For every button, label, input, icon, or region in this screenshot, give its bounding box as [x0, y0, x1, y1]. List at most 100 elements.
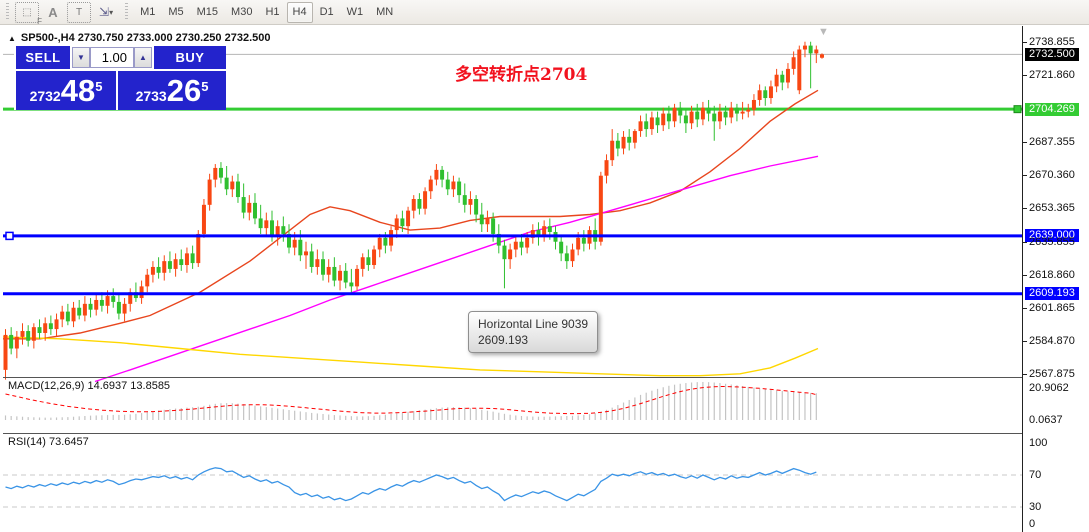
- timeframe-m30[interactable]: M30: [225, 2, 258, 23]
- candle-body: [513, 241, 518, 250]
- template-f-label: F: [37, 16, 42, 26]
- candle-body: [751, 99, 756, 110]
- cursor-arrows-icon[interactable]: ⇲ ▾: [93, 2, 119, 23]
- candle-body: [683, 115, 688, 124]
- sell-button[interactable]: SELL: [16, 46, 70, 69]
- price-axis-label: 2732.500: [1025, 47, 1079, 61]
- one-click-trading-panel: SELL ▼ 1.00 ▲ BUY 2732 48 5 2733 26 5: [14, 46, 226, 110]
- macd-label: MACD(12,26,9) 14.6937 13.8585: [8, 380, 171, 392]
- candle-body: [82, 303, 87, 316]
- candle-body: [581, 237, 586, 244]
- rsi-axis-label: 0: [1029, 518, 1036, 530]
- candle-body: [559, 241, 564, 254]
- candle-body: [672, 107, 677, 122]
- macd-axis-label: 0.0637: [1029, 414, 1063, 426]
- candle-body: [814, 49, 819, 54]
- candle-body: [757, 90, 762, 100]
- rsi-axis-label: 100: [1029, 437, 1048, 449]
- candle-body: [48, 323, 53, 330]
- candle-body: [167, 261, 172, 269]
- candle-body: [479, 214, 484, 225]
- price-axis[interactable]: 2738.855 2732.500 2721.860 2704.269 2687.355…: [1022, 26, 1089, 532]
- candle-body: [406, 210, 411, 227]
- label-a-icon[interactable]: A: [41, 2, 65, 23]
- candle-body: [77, 307, 82, 316]
- candle-body: [207, 179, 212, 205]
- timeframe-d1[interactable]: D1: [314, 2, 340, 23]
- candle-body: [604, 160, 609, 176]
- candle-body: [264, 220, 269, 229]
- candle-body: [173, 259, 178, 269]
- candle-body: [417, 199, 422, 209]
- text-box-icon[interactable]: T: [67, 1, 91, 23]
- candle-body: [632, 131, 637, 143]
- timeframe-h4[interactable]: H4: [286, 1, 313, 23]
- candle-body: [706, 107, 711, 114]
- candle-body: [649, 117, 654, 130]
- candle-body: [377, 237, 382, 250]
- chart-text-annotation[interactable]: 多空转折点2704: [455, 60, 587, 85]
- axis-tick: [1023, 275, 1027, 276]
- candle-body: [627, 136, 632, 143]
- volume-up-button[interactable]: ▲: [134, 47, 152, 68]
- candle-body: [145, 274, 150, 287]
- candle-body: [570, 249, 575, 262]
- candle-body: [343, 270, 348, 283]
- candle-body: [700, 107, 705, 120]
- buy-price-pip: 5: [201, 78, 209, 94]
- candle-body: [218, 167, 223, 178]
- candle-body: [768, 86, 773, 99]
- candle-body: [105, 296, 110, 306]
- line-handle[interactable]: [5, 231, 14, 241]
- tooltip-line-price: 2609.193: [478, 333, 529, 347]
- candle-body: [99, 299, 104, 306]
- price-axis-label: 2601.865: [1029, 301, 1075, 314]
- candle-body: [54, 319, 59, 330]
- candle-body: [326, 266, 331, 275]
- candle-body: [360, 257, 365, 269]
- candle-body: [519, 241, 524, 248]
- axis-tick: [1023, 308, 1027, 309]
- price-axis-label: 2567.875: [1029, 367, 1075, 380]
- candle-body: [349, 282, 354, 287]
- candle-body: [502, 245, 507, 260]
- toolbar-grip-2[interactable]: [124, 3, 130, 21]
- rsi-panel-divider[interactable]: [3, 433, 1022, 434]
- timeframe-m5[interactable]: M5: [162, 2, 189, 23]
- candle-body: [445, 179, 450, 190]
- volume-down-button[interactable]: ▼: [72, 47, 90, 68]
- buy-button[interactable]: BUY: [154, 46, 226, 69]
- timeframe-m15[interactable]: M15: [191, 2, 224, 23]
- rsi-axis-label: 30: [1029, 501, 1042, 513]
- volume-input[interactable]: 1.00: [90, 47, 134, 68]
- timeframe-w1[interactable]: W1: [341, 2, 370, 23]
- line-handle[interactable]: [1013, 105, 1022, 114]
- macd-panel-divider[interactable]: [3, 377, 1022, 378]
- rsi-panel-canvas[interactable]: [3, 434, 1022, 510]
- candle-body: [440, 169, 445, 180]
- candle-body: [547, 226, 552, 233]
- candle-body: [372, 249, 377, 266]
- candle-body: [717, 111, 722, 122]
- candle-body: [190, 253, 195, 264]
- timeframe-mn[interactable]: MN: [370, 2, 399, 23]
- timeframe-h1[interactable]: H1: [259, 2, 285, 23]
- candle-body: [31, 327, 36, 341]
- candle-body: [298, 239, 303, 256]
- candle-body: [213, 167, 218, 180]
- candle-body: [9, 334, 14, 349]
- scroll-to-end-icon[interactable]: ▼: [818, 26, 829, 38]
- axis-tick: [1023, 374, 1027, 375]
- candle-body: [184, 253, 189, 266]
- candle-body: [451, 181, 456, 190]
- buy-price-box[interactable]: 2733 26 5: [118, 71, 226, 110]
- price-axis-label: 2738.855: [1029, 35, 1075, 48]
- candle-body: [139, 286, 144, 299]
- toolbar-grip[interactable]: [5, 3, 10, 21]
- price-axis-label: 2618.860: [1029, 268, 1075, 281]
- chevron-down-icon[interactable]: ▾: [109, 8, 113, 17]
- axis-tick: [1023, 242, 1027, 243]
- template-icon[interactable]: ⬚ F: [15, 1, 42, 26]
- sell-price-box[interactable]: 2732 48 5: [16, 71, 116, 110]
- timeframe-m1[interactable]: M1: [134, 2, 161, 23]
